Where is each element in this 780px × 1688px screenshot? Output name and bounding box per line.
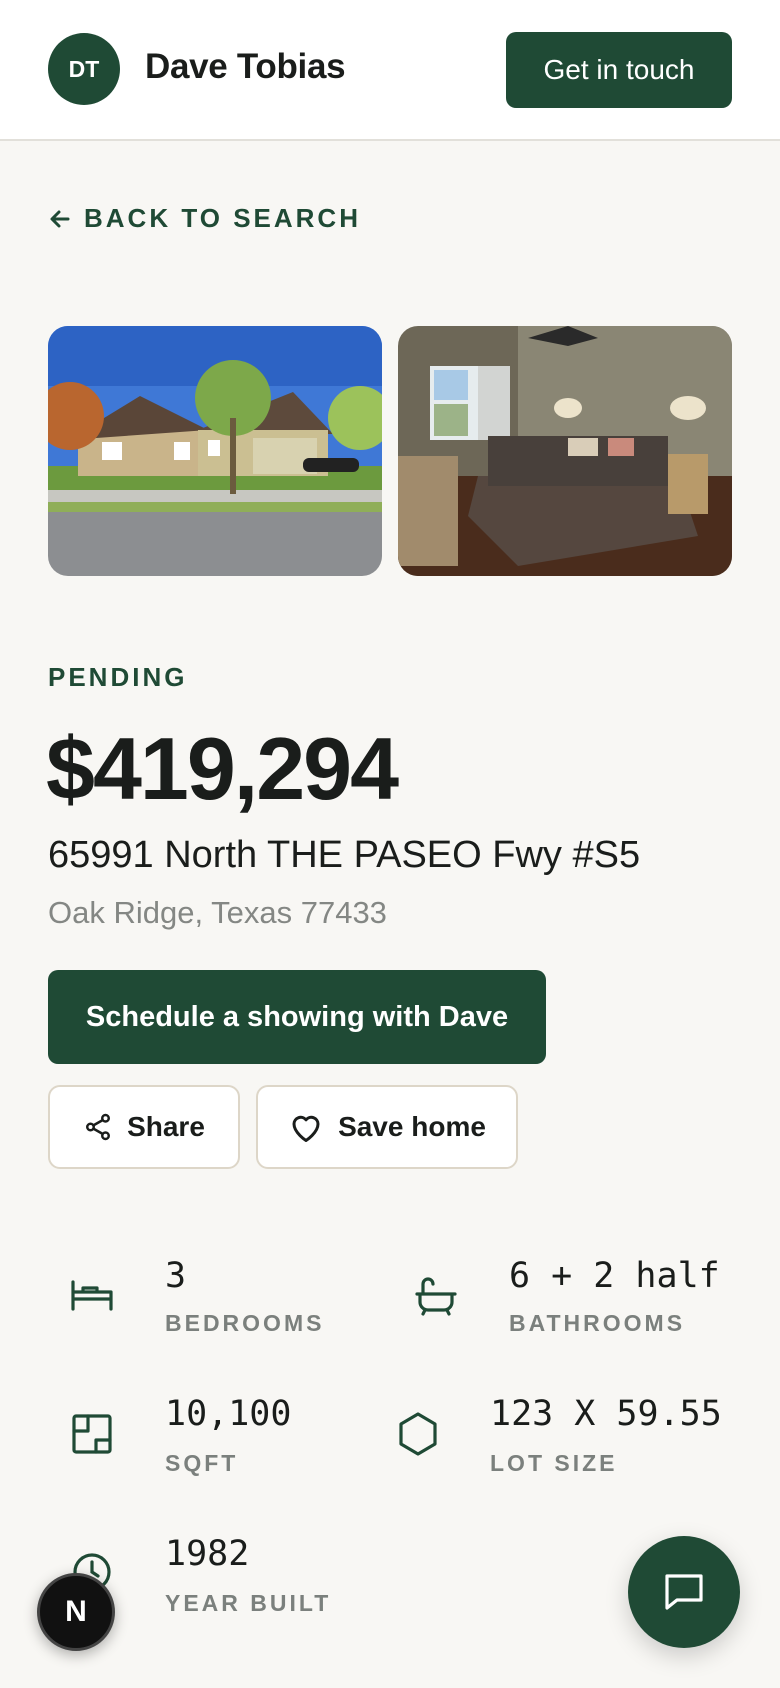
listing-city-state-zip: Oak Ridge, Texas 77433 bbox=[48, 895, 387, 930]
share-button[interactable]: Share bbox=[48, 1085, 240, 1169]
bathrooms-label: BATHROOMS bbox=[509, 1310, 686, 1336]
listing-price: $419,294 bbox=[46, 719, 399, 818]
agent-name[interactable]: Dave Tobias bbox=[145, 47, 346, 87]
year-built-label: YEAR BUILT bbox=[165, 1590, 332, 1616]
listing-photo-bedroom[interactable] bbox=[398, 326, 732, 576]
schedule-showing-button[interactable]: Schedule a showing with Dave bbox=[48, 970, 546, 1064]
back-to-search-link[interactable]: BACK TO SEARCH bbox=[48, 203, 361, 234]
share-icon bbox=[86, 1113, 111, 1141]
year-built-value: 1982 bbox=[165, 1534, 250, 1574]
bathrooms-value: 6 + 2 half bbox=[509, 1256, 720, 1296]
chat-button[interactable] bbox=[628, 1536, 740, 1648]
back-to-search-label: BACK TO SEARCH bbox=[84, 203, 361, 233]
sqft-value: 10,100 bbox=[165, 1394, 292, 1434]
listing-street-address: 65991 North THE PASEO Fwy #S5 bbox=[48, 834, 641, 876]
listing-photo-exterior[interactable] bbox=[48, 326, 382, 576]
listing-status: PENDING bbox=[48, 662, 188, 692]
dev-tools-badge[interactable]: N bbox=[37, 1573, 115, 1651]
agent-avatar[interactable]: DT bbox=[48, 33, 120, 105]
bedrooms-label: BEDROOMS bbox=[165, 1310, 325, 1336]
bathtub-icon bbox=[415, 1277, 457, 1316]
share-label: Share bbox=[127, 1111, 205, 1142]
arrow-left-icon bbox=[50, 210, 70, 227]
get-in-touch-button[interactable]: Get in touch bbox=[506, 32, 732, 108]
bedrooms-value: 3 bbox=[165, 1256, 187, 1296]
save-home-button[interactable]: Save home bbox=[256, 1085, 518, 1169]
lot-size-label: LOT SIZE bbox=[490, 1450, 618, 1476]
save-home-label: Save home bbox=[338, 1111, 486, 1142]
bed-icon bbox=[71, 1280, 113, 1311]
site-header: DT Dave Tobias Get in touch bbox=[0, 0, 780, 141]
hexagon-icon bbox=[399, 1412, 437, 1456]
heart-icon bbox=[292, 1115, 320, 1142]
sqft-label: SQFT bbox=[165, 1450, 239, 1476]
lot-size-value: 123 X 59.55 bbox=[490, 1394, 722, 1434]
chat-bubble-icon bbox=[665, 1574, 703, 1610]
floorplan-icon bbox=[72, 1414, 112, 1454]
